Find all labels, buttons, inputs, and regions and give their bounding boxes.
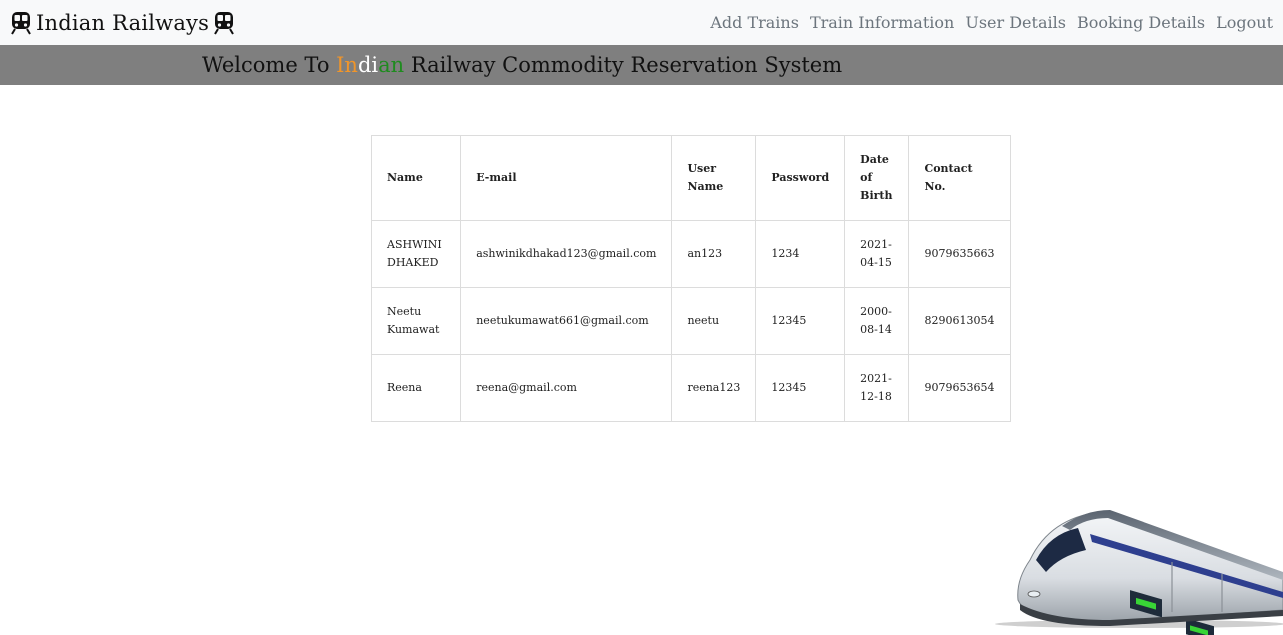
header-date-of-birth: Date of Birth [844, 135, 910, 221]
table-header-row: Name E-mail User Name Password Date of B… [370, 135, 1011, 221]
nav-train-information[interactable]: Train Information [810, 13, 954, 32]
cell-user-name: neetu [671, 287, 757, 355]
table-row: Neetu Kumawat neetukumawat661@gmail.com … [370, 287, 1011, 355]
banner-indian-part-1: In [336, 53, 358, 77]
cell-email: ashwinikdhakad123@gmail.com [460, 220, 673, 288]
nav-links: Add Trains Train Information User Detail… [710, 13, 1273, 32]
cell-name: Reena [370, 354, 462, 422]
cell-email: reena@gmail.com [460, 354, 673, 422]
header-user-name: User Name [671, 135, 757, 221]
train-icon [213, 11, 235, 35]
banner-rest-text: Railway Commodity Reservation System [404, 53, 843, 77]
header-password: Password [755, 135, 846, 221]
header-email: E-mail [460, 135, 673, 221]
cell-name: ASHWINI DHAKED [370, 220, 462, 288]
top-navbar: Indian Railways Add Trains Train Informa… [0, 0, 1283, 45]
nav-booking-details[interactable]: Booking Details [1077, 13, 1205, 32]
cell-contact: 9079635663 [908, 220, 1011, 288]
cell-password: 1234 [755, 220, 846, 288]
banner-title: Welcome To Indian Railway Commodity Rese… [202, 53, 842, 77]
cell-contact: 9079653654 [908, 354, 1011, 422]
banner-indian-part-2: di [357, 53, 379, 77]
cell-password: 12345 [755, 354, 846, 422]
train-image [990, 500, 1283, 635]
brand-title: Indian Railways [36, 10, 210, 35]
cell-date-of-birth: 2021-12-18 [844, 354, 910, 422]
header-contact: Contact No. [908, 135, 1011, 221]
cell-password: 12345 [755, 287, 846, 355]
user-details-table-wrap: Name E-mail User Name Password Date of B… [370, 135, 1011, 422]
cell-email: neetukumawat661@gmail.com [460, 287, 673, 355]
cell-date-of-birth: 2000-08-14 [844, 287, 910, 355]
table-row: Reena reena@gmail.com reena123 12345 202… [370, 354, 1011, 422]
nav-user-details[interactable]: User Details [965, 13, 1066, 32]
table-row: ASHWINI DHAKED ashwinikdhakad123@gmail.c… [370, 220, 1011, 288]
welcome-banner: Welcome To Indian Railway Commodity Rese… [0, 45, 1283, 85]
banner-welcome-text: Welcome To [202, 53, 337, 77]
brand-link[interactable]: Indian Railways [10, 11, 235, 35]
nav-logout[interactable]: Logout [1216, 13, 1273, 32]
header-name: Name [370, 135, 462, 221]
user-details-table: Name E-mail User Name Password Date of B… [370, 135, 1011, 422]
cell-user-name: reena123 [671, 354, 757, 422]
cell-user-name: an123 [671, 220, 757, 288]
train-icon [10, 11, 32, 35]
banner-indian-part-3: an [378, 53, 405, 77]
cell-date-of-birth: 2021-04-15 [844, 220, 910, 288]
cell-name: Neetu Kumawat [370, 287, 462, 355]
cell-contact: 8290613054 [908, 287, 1011, 355]
nav-add-trains[interactable]: Add Trains [710, 13, 799, 32]
